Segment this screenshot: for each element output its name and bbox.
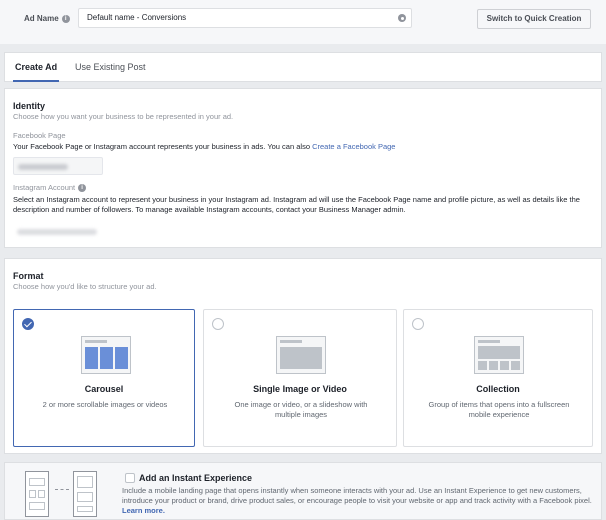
ad-name-label-text: Ad Name	[24, 14, 59, 23]
learn-more-link[interactable]: Learn more.	[122, 506, 165, 515]
instant-experience-title: Add an Instant Experience	[139, 473, 253, 483]
instant-experience-illustration-icon	[25, 471, 101, 519]
instagram-account-label-text: Instagram Account	[13, 183, 76, 192]
phone-icon	[73, 471, 97, 517]
info-icon[interactable]: i	[61, 14, 70, 23]
single-image-thumbnail-icon	[276, 336, 326, 374]
single-image-title: Single Image or Video	[253, 384, 347, 394]
instagram-account-description: Select an Instagram account to represent…	[13, 195, 580, 214]
collection-title: Collection	[476, 384, 520, 394]
switch-to-quick-creation-button[interactable]: Switch to Quick Creation	[477, 9, 591, 29]
create-facebook-page-link[interactable]: Create a Facebook Page	[312, 142, 395, 151]
facebook-page-description: Your Facebook Page or Instagram account …	[13, 142, 395, 152]
radio-button[interactable]	[412, 318, 424, 330]
single-image-description: One image or video, or a slideshow with …	[234, 400, 368, 419]
format-option-collection[interactable]: Collection Group of items that opens int…	[403, 309, 593, 447]
collection-description: Group of items that opens into a fullscr…	[428, 400, 570, 419]
instagram-account-selector[interactable]	[13, 219, 103, 243]
facebook-page-description-text: Your Facebook Page or Instagram account …	[13, 142, 310, 151]
instagram-account-selection	[17, 229, 97, 235]
instant-experience-checkbox[interactable]	[125, 473, 135, 483]
format-title: Format	[13, 271, 44, 281]
facebook-page-selector[interactable]	[13, 157, 103, 175]
ad-name-bar: Ad Name i Default name - Conversions Swi…	[0, 0, 606, 44]
instant-experience-section: Add an Instant Experience Include a mobi…	[4, 462, 602, 520]
facebook-page-label: Facebook Page	[13, 131, 66, 140]
ad-creation-tabs: Create Ad Use Existing Post	[4, 52, 602, 82]
ad-name-input[interactable]: Default name - Conversions	[78, 8, 412, 28]
radio-button[interactable]	[212, 318, 224, 330]
carousel-title: Carousel	[84, 384, 124, 394]
gear-icon[interactable]	[398, 14, 406, 22]
format-section: Format Choose how you'd like to structur…	[4, 258, 602, 454]
tab-use-existing-post[interactable]: Use Existing Post	[75, 53, 146, 82]
identity-subtitle: Choose how you want your business to be …	[13, 112, 234, 121]
identity-title: Identity	[13, 101, 46, 111]
format-option-single-image-or-video[interactable]: Single Image or Video One image or video…	[203, 309, 397, 447]
format-option-carousel[interactable]: Carousel 2 or more scrollable images or …	[13, 309, 195, 447]
identity-section: Identity Choose how you want your busine…	[4, 88, 602, 248]
instant-experience-description-text: Include a mobile landing page that opens…	[122, 486, 592, 505]
instant-experience-description: Include a mobile landing page that opens…	[122, 486, 592, 516]
carousel-thumbnail-icon	[81, 336, 131, 374]
ad-name-label: Ad Name i	[24, 14, 70, 23]
collection-thumbnail-icon	[474, 336, 524, 374]
check-icon[interactable]	[22, 318, 34, 330]
phone-icon	[25, 471, 49, 517]
format-subtitle: Choose how you'd like to structure your …	[13, 282, 157, 291]
info-icon[interactable]: i	[78, 183, 87, 192]
tab-create-ad[interactable]: Create Ad	[13, 53, 60, 82]
facebook-page-selection	[18, 164, 68, 170]
instagram-account-label: Instagram Account i	[13, 183, 87, 192]
arrow-icon	[55, 489, 69, 490]
carousel-description: 2 or more scrollable images or videos	[42, 400, 168, 409]
